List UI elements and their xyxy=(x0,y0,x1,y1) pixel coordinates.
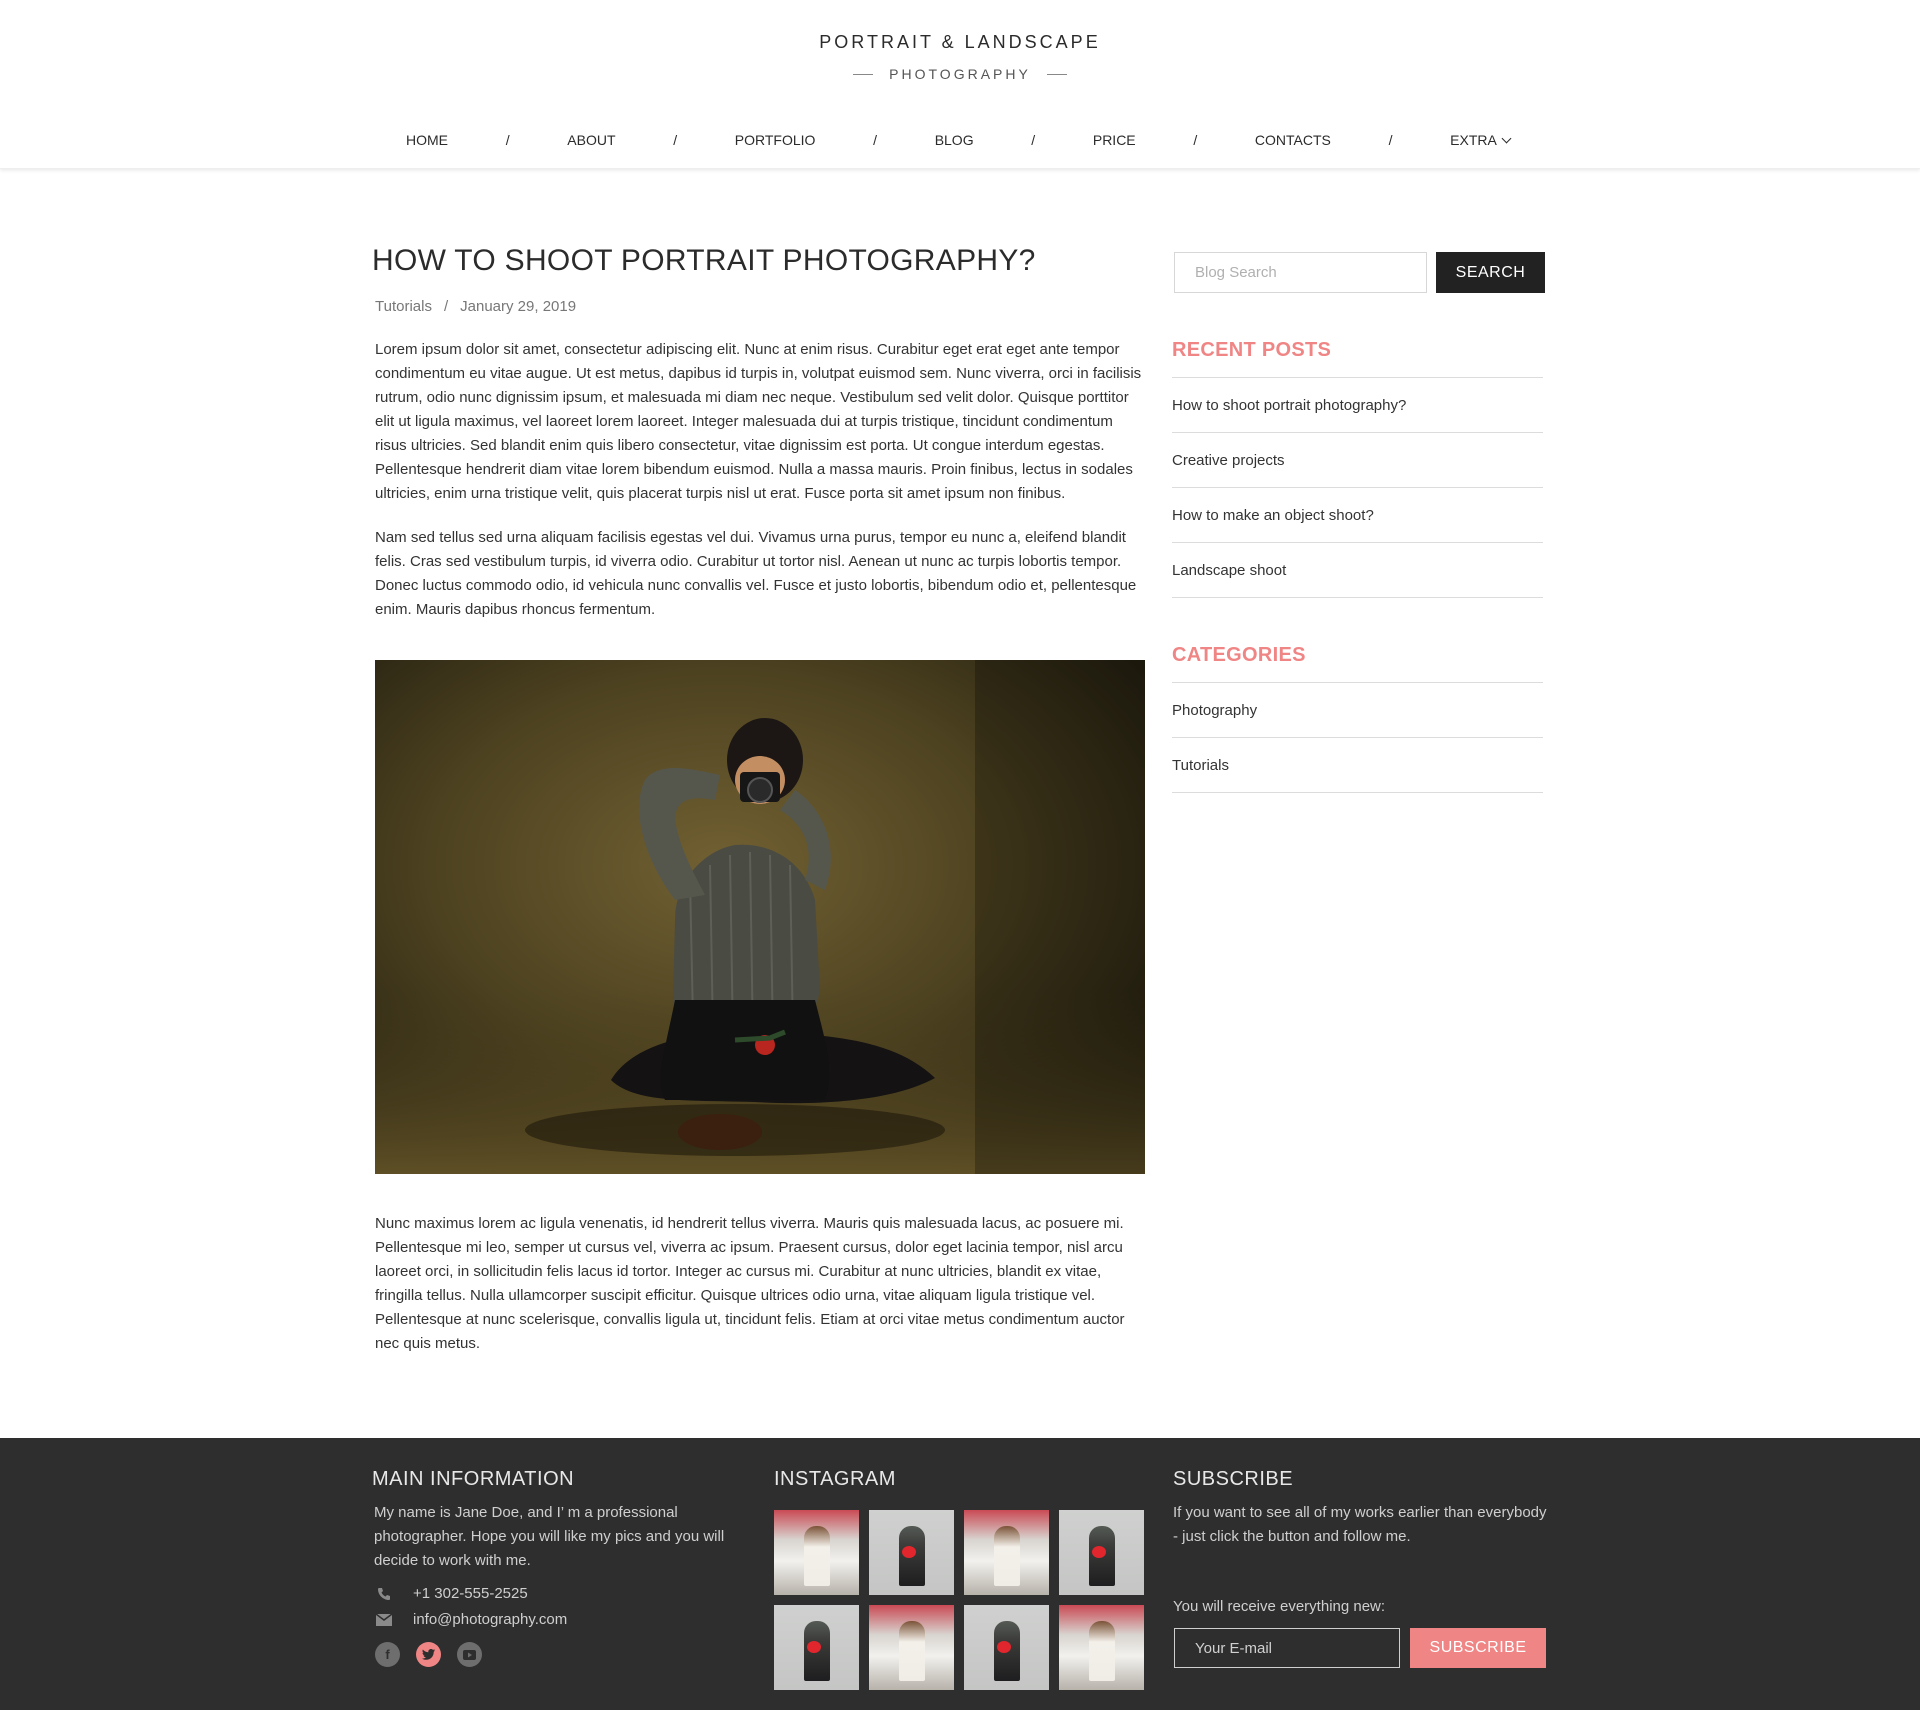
instagram-photo-flower xyxy=(902,1546,916,1558)
social-links: f xyxy=(375,1642,752,1667)
nav-item-extra[interactable]: EXTRA xyxy=(1450,132,1512,148)
nav-separator: / xyxy=(873,132,877,148)
site-logo[interactable]: PORTRAIT & LANDSCAPE PHOTOGRAPHY xyxy=(0,32,1920,82)
nav-item-about[interactable]: ABOUT xyxy=(567,132,615,148)
categories-list: Photography Tutorials xyxy=(1172,682,1543,793)
photographer-illustration xyxy=(375,660,1145,1174)
blog-article: HOW TO SHOOT PORTRAIT PHOTOGRAPHY? Tutor… xyxy=(372,244,1146,1356)
footer-main-info: MAIN INFORMATION My name is Jane Doe, an… xyxy=(372,1468,752,1667)
logo-dash-left xyxy=(853,73,874,75)
categories-title: CATEGORIES xyxy=(1172,644,1306,666)
youtube-icon[interactable] xyxy=(457,1642,482,1667)
instagram-photo-figure xyxy=(1089,1621,1115,1681)
subscribe-email-input[interactable] xyxy=(1174,1628,1400,1668)
site-header: PORTRAIT & LANDSCAPE PHOTOGRAPHY HOME / … xyxy=(0,0,1920,169)
nav-item-portfolio[interactable]: PORTFOLIO xyxy=(735,132,816,148)
nav-item-extra-label: EXTRA xyxy=(1450,132,1497,148)
logo-title: PORTRAIT & LANDSCAPE xyxy=(819,32,1101,52)
article-meta: Tutorials / January 29, 2019 xyxy=(375,298,1146,315)
instagram-photo[interactable] xyxy=(869,1510,954,1595)
footer-email: info@photography.com xyxy=(375,1611,752,1628)
main-nav: HOME / ABOUT / PORTFOLIO / BLOG / PRICE … xyxy=(406,132,1512,148)
footer-phone: +1 302-555-2525 xyxy=(375,1585,752,1602)
chevron-down-icon xyxy=(1501,133,1512,143)
nav-separator: / xyxy=(1388,132,1393,148)
nav-separator: / xyxy=(505,132,510,148)
recent-posts-title: RECENT POSTS xyxy=(1172,339,1332,361)
article-paragraph: Nunc maximus lorem ac ligula venenatis, … xyxy=(375,1215,1125,1352)
meta-separator: / xyxy=(443,298,449,315)
article-paragraph: Lorem ipsum dolor sit amet, consectetur … xyxy=(375,341,1142,502)
article-photo xyxy=(375,660,1145,1174)
recent-posts-list: How to shoot portrait photography? Creat… xyxy=(1172,377,1543,598)
logo-dash-right xyxy=(1046,73,1067,75)
envelope-icon xyxy=(375,1613,393,1627)
instagram-photo-figure xyxy=(804,1526,830,1586)
instagram-photo[interactable] xyxy=(964,1605,1049,1690)
footer-main-title: MAIN INFORMATION xyxy=(372,1468,575,1490)
instagram-photo[interactable] xyxy=(869,1605,954,1690)
footer-subscribe-text: If you want to see all of my works earli… xyxy=(1173,1504,1547,1545)
twitter-icon[interactable] xyxy=(416,1642,441,1667)
logo-subtitle-row: PHOTOGRAPHY xyxy=(0,66,1920,82)
recent-post-link[interactable]: How to make an object shoot? xyxy=(1172,488,1543,543)
blog-search-form: SEARCH xyxy=(1174,252,1546,293)
instagram-photo[interactable] xyxy=(774,1605,859,1690)
footer-subscribe: SUBSCRIBE If you want to see all of my w… xyxy=(1173,1468,1553,1668)
instagram-photo-figure xyxy=(994,1526,1020,1586)
nav-item-price[interactable]: PRICE xyxy=(1093,132,1136,148)
recent-post-link[interactable]: Creative projects xyxy=(1172,433,1543,488)
article-category-link[interactable]: Tutorials xyxy=(375,298,432,315)
footer-instagram-title: INSTAGRAM xyxy=(774,1468,896,1490)
instagram-photo[interactable] xyxy=(1059,1605,1144,1690)
blog-sidebar: SEARCH RECENT POSTS How to shoot portrai… xyxy=(1172,252,1546,793)
category-link[interactable]: Tutorials xyxy=(1172,738,1543,793)
subscribe-form: SUBSCRIBE xyxy=(1174,1628,1553,1668)
footer-email-address[interactable]: info@photography.com xyxy=(413,1611,567,1628)
nav-item-blog[interactable]: BLOG xyxy=(935,132,974,148)
instagram-photo-flower xyxy=(807,1641,821,1653)
blog-search-input[interactable] xyxy=(1174,252,1427,293)
article-date: January 29, 2019 xyxy=(460,298,577,315)
nav-separator: / xyxy=(673,132,678,148)
nav-separator: / xyxy=(1193,132,1198,148)
category-link[interactable]: Photography xyxy=(1172,683,1543,738)
instagram-photo[interactable] xyxy=(774,1510,859,1595)
search-button[interactable]: SEARCH xyxy=(1436,252,1545,293)
subscribe-button[interactable]: SUBSCRIBE xyxy=(1410,1628,1546,1668)
instagram-photo[interactable] xyxy=(1059,1510,1144,1595)
nav-item-contacts[interactable]: CONTACTS xyxy=(1255,132,1331,148)
footer-phone-number[interactable]: +1 302-555-2525 xyxy=(413,1585,528,1602)
phone-icon xyxy=(375,1587,393,1601)
instagram-photo-flower xyxy=(997,1641,1011,1653)
logo-subtitle: PHOTOGRAPHY xyxy=(889,66,1031,82)
instagram-photo-flower xyxy=(1092,1546,1106,1558)
recent-post-link[interactable]: How to shoot portrait photography? xyxy=(1172,378,1543,433)
article-paragraph: Nam sed tellus sed urna aliquam facilisi… xyxy=(375,529,1137,618)
instagram-grid xyxy=(774,1510,1154,1690)
article-title: HOW TO SHOOT PORTRAIT PHOTOGRAPHY? xyxy=(372,244,1036,277)
footer-instagram: INSTAGRAM xyxy=(774,1468,1154,1690)
instagram-photo[interactable] xyxy=(964,1510,1049,1595)
footer-main-text: My name is Jane Doe, and I’ m a professi… xyxy=(374,1504,725,1569)
footer-subscribe-title: SUBSCRIBE xyxy=(1173,1468,1294,1490)
instagram-photo-figure xyxy=(899,1621,925,1681)
nav-item-home[interactable]: HOME xyxy=(406,132,448,148)
recent-post-link[interactable]: Landscape shoot xyxy=(1172,543,1543,598)
facebook-icon[interactable]: f xyxy=(375,1642,400,1667)
footer-receive-text: You will receive everything new: xyxy=(1173,1598,1386,1615)
nav-separator: / xyxy=(1031,132,1036,148)
site-footer: MAIN INFORMATION My name is Jane Doe, an… xyxy=(0,1438,1920,1710)
